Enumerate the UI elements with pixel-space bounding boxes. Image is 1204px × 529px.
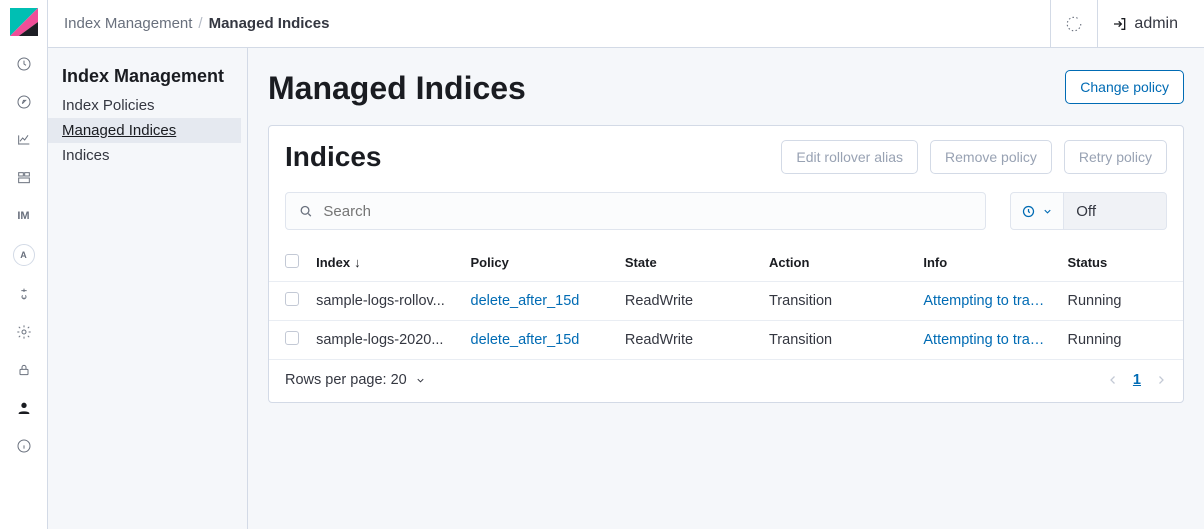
auto-refresh-state[interactable]: Off [1064,192,1167,230]
chevron-down-icon [1042,206,1053,217]
dashboard-icon[interactable] [14,168,34,188]
sidebar-item-managed-indices[interactable]: Managed Indices [48,118,241,143]
cell-index: sample-logs-2020... [308,321,462,360]
tenant-icon[interactable] [14,398,34,418]
left-nav-rail: IM A [0,0,48,529]
table-row: sample-logs-rollov... delete_after_15d R… [269,282,1183,321]
content-area: Managed Indices Change policy Indices Ed… [248,48,1204,529]
col-header-policy[interactable]: Policy [463,244,617,282]
security-icon[interactable] [14,360,34,380]
pager-prev-icon[interactable] [1107,374,1119,386]
cell-index: sample-logs-rollov... [308,282,462,321]
breadcrumb: Index Management / Managed Indices [64,15,329,32]
col-header-index[interactable]: Index↓ [308,244,462,282]
im-app-icon[interactable]: IM [14,206,34,226]
loading-indicator [1050,0,1097,48]
cell-info-link[interactable]: Attempting to transit [915,282,1059,321]
logout-button[interactable]: admin [1097,0,1192,48]
info-icon[interactable] [14,436,34,456]
pager-next-icon[interactable] [1155,374,1167,386]
cell-info-link[interactable]: Attempting to transit [915,321,1059,360]
cell-action: Transition [761,321,915,360]
cell-action: Transition [761,282,915,321]
change-policy-button[interactable]: Change policy [1065,70,1184,104]
breadcrumb-root[interactable]: Index Management [64,15,192,32]
cell-policy-link[interactable]: delete_after_15d [463,321,617,360]
panel-title: Indices [285,141,381,173]
rows-per-page-select[interactable]: Rows per page: 20 [285,372,426,388]
recent-icon[interactable] [14,54,34,74]
main-column: Index Management / Managed Indices admin… [48,0,1204,529]
cell-state: ReadWrite [617,282,761,321]
cell-state: ReadWrite [617,321,761,360]
col-header-info[interactable]: Info [915,244,1059,282]
sidebar-item-indices[interactable]: Indices [48,143,241,168]
pagination: 1 [1107,372,1167,388]
table-row: sample-logs-2020... delete_after_15d Rea… [269,321,1183,360]
visualize-icon[interactable] [14,130,34,150]
discover-icon[interactable] [14,92,34,112]
col-header-action[interactable]: Action [761,244,915,282]
sidebar-title: Index Management [48,66,241,93]
col-header-status[interactable]: Status [1059,244,1183,282]
select-all-checkbox[interactable] [285,254,299,268]
auto-refresh-control[interactable]: Off [1010,192,1167,230]
page-title: Managed Indices [268,70,526,107]
search-input[interactable] [323,203,973,220]
clock-icon [1021,204,1036,219]
sidebar-item-index-policies[interactable]: Index Policies [48,93,241,118]
cell-status: Running [1059,282,1183,321]
management-icon[interactable] [14,322,34,342]
breadcrumb-separator: / [198,15,202,32]
auto-refresh-toggle[interactable] [1010,192,1064,230]
user-label: admin [1134,15,1178,33]
pager-current-page[interactable]: 1 [1133,372,1141,388]
sidebar: Index Management Index Policies Managed … [48,48,248,529]
search-icon [298,203,313,219]
remove-policy-button[interactable]: Remove policy [930,140,1052,174]
alerting-icon[interactable]: A [13,244,35,266]
indices-panel: Indices Edit rollover alias Remove polic… [268,125,1184,403]
kibana-logo[interactable] [10,8,38,36]
dev-tools-icon[interactable] [14,284,34,304]
topbar: Index Management / Managed Indices admin [48,0,1204,48]
cell-status: Running [1059,321,1183,360]
sort-descending-icon: ↓ [354,255,361,270]
cell-policy-link[interactable]: delete_after_15d [463,282,617,321]
search-input-wrapper[interactable] [285,192,986,230]
breadcrumb-current: Managed Indices [209,15,330,32]
row-checkbox[interactable] [285,331,299,345]
retry-policy-button[interactable]: Retry policy [1064,140,1167,174]
row-checkbox[interactable] [285,292,299,306]
chevron-down-icon [415,375,426,386]
col-header-state[interactable]: State [617,244,761,282]
edit-rollover-alias-button[interactable]: Edit rollover alias [781,140,918,174]
indices-table: Index↓ Policy State Action Info Status s… [269,244,1183,360]
